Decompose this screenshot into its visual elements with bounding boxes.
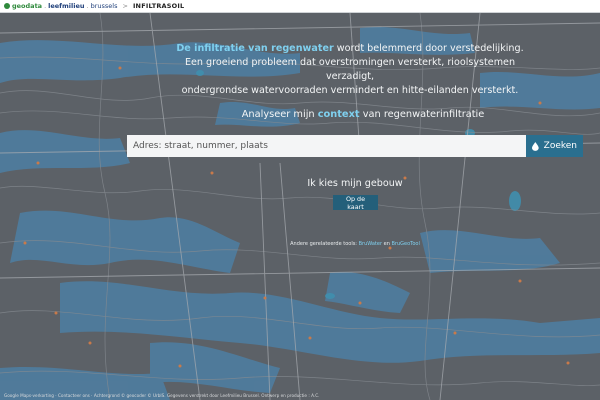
analyse-suffix: van regenwaterinfiltratie (359, 109, 485, 120)
hero-text: De infiltratie van regenwater wordt bele… (160, 42, 540, 98)
address-search-input[interactable] (127, 135, 526, 157)
search-button[interactable]: Zoeken (526, 135, 583, 157)
footer-credits: Google Maps-verkorting · Contacteer ons … (4, 393, 320, 398)
search-button-label: Zoeken (543, 141, 577, 151)
address-search: Zoeken (127, 135, 583, 157)
analyse-highlight: context (317, 109, 360, 120)
brugeotool-link[interactable]: BruGeoTool (391, 241, 419, 247)
analyse-heading: Analyseer mijn context van regenwaterinf… (228, 109, 498, 120)
related-tools: Andere gerelateerde tools: BruWater en B… (270, 241, 440, 247)
bruwater-link[interactable]: BruWater (359, 241, 382, 247)
choose-building-label: Ik kies mijn gebouw (307, 178, 403, 189)
on-map-button[interactable]: Op de kaart (333, 195, 378, 211)
hero-highlight: De infiltratie van regenwater (176, 43, 334, 54)
water-drop-icon (532, 141, 539, 151)
related-tools-prefix: Andere gerelateerde tools: (290, 241, 359, 247)
hero-overlay: De infiltratie van regenwater wordt bele… (0, 0, 600, 400)
hero-line-3: ondergrondse watervoorraden vermindert e… (181, 85, 519, 96)
hero-line-1-rest: wordt belemmerd door verstedelijking. (333, 43, 524, 54)
hero-line-1: De infiltratie van regenwater wordt bele… (160, 42, 540, 56)
analyse-prefix: Analyseer mijn (241, 109, 318, 120)
hero-line-2: Een groeiend probleem dat overstromingen… (184, 57, 516, 82)
